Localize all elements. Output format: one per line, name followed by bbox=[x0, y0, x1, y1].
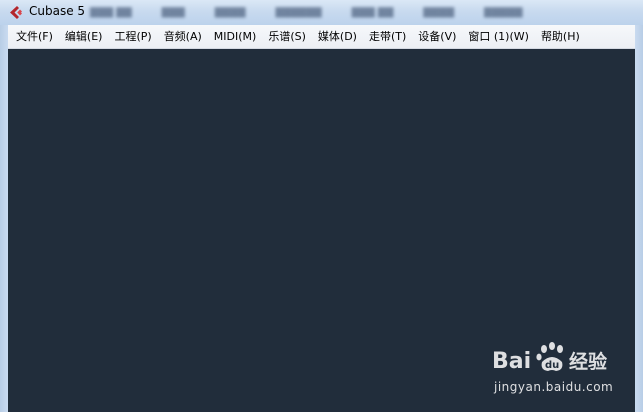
menu-audio[interactable]: 音频(A) bbox=[158, 25, 208, 49]
menu-project[interactable]: 工程(P) bbox=[108, 25, 157, 49]
window-frame-left bbox=[0, 25, 8, 412]
window-title: Cubase 5 bbox=[29, 4, 86, 18]
baidu-jingyan-watermark: Bai du 经验 jingyan.baidu.com bbox=[490, 340, 630, 405]
watermark-url: jingyan.baidu.com bbox=[494, 380, 614, 394]
menu-help[interactable]: 帮助(H) bbox=[535, 25, 586, 49]
baidu-logo-icon: Bai du 经验 bbox=[492, 342, 608, 374]
menu-scores[interactable]: 乐谱(S) bbox=[262, 25, 312, 49]
menu-media[interactable]: 媒体(D) bbox=[312, 25, 363, 49]
cubase-logo-icon bbox=[10, 6, 22, 19]
menu-window[interactable]: 窗口 (1)(W) bbox=[462, 25, 535, 49]
blurred-background-text: ▇▇▇ ▇▇ ▇▇▇ ▇▇▇▇ ▇▇▇▇▇▇ ▇▇▇ ▇▇ ▇▇▇▇ ▇▇▇▇▇ bbox=[90, 7, 523, 18]
svg-text:Bai: Bai bbox=[492, 349, 531, 374]
app-window: Cubase 5 ▇▇▇ ▇▇ ▇▇▇ ▇▇▇▇ ▇▇▇▇▇▇ ▇▇▇ ▇▇ ▇… bbox=[0, 0, 643, 412]
title-bar[interactable]: Cubase 5 ▇▇▇ ▇▇ ▇▇▇ ▇▇▇▇ ▇▇▇▇▇▇ ▇▇▇ ▇▇ ▇… bbox=[0, 0, 643, 25]
svg-text:经验: 经验 bbox=[569, 350, 608, 373]
menu-file[interactable]: 文件(F) bbox=[10, 25, 59, 49]
svg-text:du: du bbox=[545, 360, 559, 371]
menu-bar: 文件(F) 编辑(E) 工程(P) 音频(A) MIDI(M) 乐谱(S) 媒体… bbox=[8, 25, 635, 49]
menu-transport[interactable]: 走带(T) bbox=[363, 25, 412, 49]
window-frame-right bbox=[635, 25, 643, 412]
menu-devices[interactable]: 设备(V) bbox=[412, 25, 462, 49]
menu-midi[interactable]: MIDI(M) bbox=[208, 25, 263, 49]
menu-edit[interactable]: 编辑(E) bbox=[59, 25, 109, 49]
